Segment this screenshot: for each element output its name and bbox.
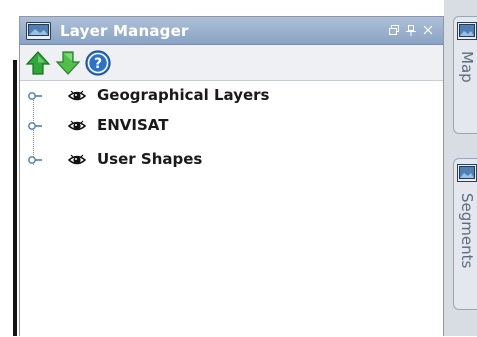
svg-text:?: ? [94, 56, 102, 72]
tree-row-layer[interactable]: ENVISAT [20, 115, 400, 137]
arrow-up-icon[interactable] [24, 49, 52, 77]
map-icon [457, 22, 477, 40]
eye-icon[interactable] [68, 88, 86, 104]
layer-manager-icon [26, 22, 51, 40]
layer-tree: Geographical Layers ENVISAT User Shapes [20, 81, 443, 337]
tab-label: Map [458, 51, 476, 83]
tree-row-layer[interactable]: User Shapes [20, 149, 400, 171]
tab-segments[interactable]: Segments [453, 158, 477, 310]
panel-titlebar[interactable]: Layer Manager [20, 17, 443, 45]
restore-icon[interactable] [387, 23, 401, 37]
tab-label: Segments [458, 193, 476, 269]
left-dark-bar [13, 60, 17, 336]
layer-toolbar: ? [20, 45, 443, 81]
layer-label: ENVISAT [97, 116, 169, 134]
pin-icon[interactable] [404, 23, 418, 37]
layer-label: User Shapes [97, 150, 203, 168]
eye-icon[interactable] [68, 152, 86, 168]
expand-handle-icon[interactable] [27, 89, 43, 103]
layer-label: Geographical Layers [97, 86, 270, 104]
help-icon[interactable]: ? [84, 49, 112, 77]
arrow-down-icon[interactable] [54, 49, 82, 77]
segments-icon [457, 164, 477, 182]
left-edge [0, 0, 13, 336]
tab-map[interactable]: Map [453, 16, 477, 134]
panel-title: Layer Manager [60, 22, 189, 40]
tree-row-layer[interactable]: Geographical Layers [20, 85, 400, 107]
eye-icon[interactable] [68, 118, 86, 134]
expand-handle-icon[interactable] [27, 119, 43, 133]
right-dock-bar: Map Segments [444, 0, 477, 336]
layer-manager-panel: Layer Manager ? Geographical Layers ENVI… [19, 16, 444, 337]
close-icon[interactable] [421, 23, 435, 37]
expand-handle-icon[interactable] [27, 153, 43, 167]
